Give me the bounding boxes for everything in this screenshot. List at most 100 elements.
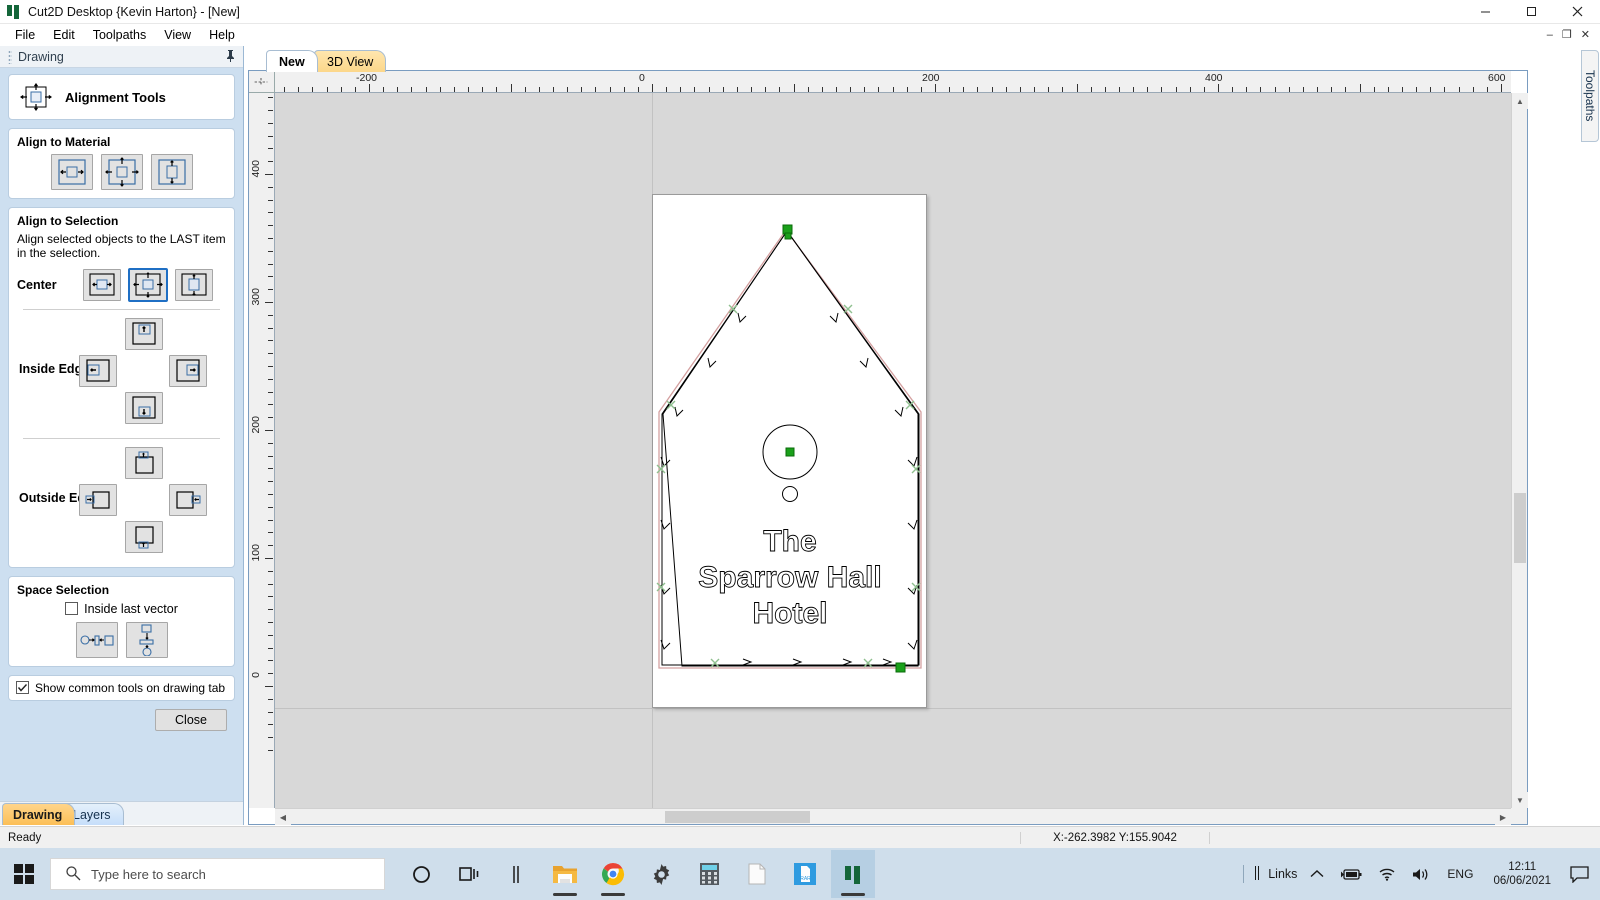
- battery-icon[interactable]: [1337, 864, 1365, 885]
- align-material-center-horizontal[interactable]: [51, 154, 93, 190]
- scroll-left-icon[interactable]: ◀: [275, 809, 291, 825]
- horizontal-scroll-thumb[interactable]: [665, 811, 810, 823]
- tab-toolpaths[interactable]: Toolpaths: [1581, 50, 1599, 142]
- ruler-tick: [268, 276, 273, 277]
- ruler-tick: [525, 87, 526, 92]
- align-outside-top[interactable]: [125, 447, 163, 479]
- align-outside-bottom[interactable]: [125, 521, 163, 553]
- drawing-panel: Drawing: [0, 46, 244, 825]
- task-view-icon[interactable]: [447, 850, 491, 898]
- mdi-restore-icon[interactable]: ❐: [1562, 30, 1572, 41]
- cut2d-taskbar-icon[interactable]: [831, 850, 875, 898]
- pin-icon[interactable]: [225, 49, 236, 65]
- align-inside-top[interactable]: [125, 318, 163, 350]
- ruler-label: 0: [250, 672, 262, 678]
- ruler-tick: [751, 87, 752, 92]
- calculator-icon[interactable]: [687, 850, 731, 898]
- align-sel-center-horizontal[interactable]: [83, 269, 121, 301]
- ruler-tick: [1416, 87, 1417, 92]
- close-button[interactable]: Close: [155, 709, 227, 731]
- text-editor-icon[interactable]: [495, 850, 539, 898]
- ruler-tick: [836, 87, 837, 92]
- cortana-icon[interactable]: [399, 850, 443, 898]
- vertical-scroll-thumb[interactable]: [1514, 493, 1526, 563]
- application-window: Cut2D Desktop {Kevin Harton} - [New] Fil…: [0, 0, 1600, 900]
- ruler-label: 0: [639, 72, 645, 84]
- ruler-tick: [268, 212, 273, 213]
- clock-date: 06/06/2021: [1493, 874, 1551, 888]
- ruler-tick: [268, 353, 273, 354]
- volume-icon[interactable]: [1409, 863, 1433, 886]
- tab-drawing[interactable]: Drawing: [2, 803, 75, 825]
- show-common-tools-row[interactable]: Show common tools on drawing tab: [8, 675, 235, 701]
- ruler-tick: [268, 161, 273, 162]
- vertical-ruler[interactable]: 0100200300400: [249, 93, 275, 808]
- search-placeholder: Type here to search: [91, 867, 206, 882]
- search-input[interactable]: Type here to search: [50, 858, 385, 890]
- action-center-icon[interactable]: [1567, 862, 1592, 887]
- menu-file[interactable]: File: [6, 26, 44, 44]
- panel-grip-icon[interactable]: [8, 50, 12, 64]
- drawing-viewport[interactable]: The Sparrow Hall Hotel: [275, 93, 1511, 808]
- align-to-selection-title: Align to Selection: [17, 214, 226, 228]
- inside-last-vector-checkbox[interactable]: [65, 602, 78, 615]
- show-hidden-icons-icon[interactable]: [1307, 865, 1327, 883]
- space-vertical-icon[interactable]: [126, 622, 168, 658]
- horizontal-scrollbar[interactable]: ◀ ▶: [275, 808, 1511, 824]
- ruler-tick: [1317, 87, 1318, 92]
- menu-help[interactable]: Help: [200, 26, 244, 44]
- google-chrome-icon[interactable]: [591, 850, 635, 898]
- align-inside-left[interactable]: [79, 355, 117, 387]
- wifi-icon[interactable]: [1375, 863, 1399, 885]
- menu-edit[interactable]: Edit: [44, 26, 84, 44]
- ruler-origin-button[interactable]: [249, 71, 275, 93]
- ruler-tick: [369, 84, 370, 92]
- scroll-right-icon[interactable]: ▶: [1495, 809, 1511, 825]
- ruler-label: 200: [922, 72, 940, 84]
- inside-last-vector-row[interactable]: Inside last vector: [17, 602, 226, 616]
- vertical-scrollbar[interactable]: ▲ ▼: [1511, 93, 1527, 808]
- tab-new[interactable]: New: [266, 50, 318, 72]
- ruler-tick: [850, 87, 851, 92]
- ruler-tick: [822, 87, 823, 92]
- scroll-up-icon[interactable]: ▲: [1512, 93, 1528, 109]
- ruler-tick: [268, 328, 273, 329]
- ruler-tick: [1331, 87, 1332, 92]
- ruler-tick: [1289, 87, 1290, 92]
- align-inside-right[interactable]: [169, 355, 207, 387]
- close-icon[interactable]: [1554, 0, 1600, 24]
- align-inside-bottom[interactable]: [125, 392, 163, 424]
- language-indicator[interactable]: ENG: [1443, 867, 1477, 881]
- align-sel-center-both[interactable]: [129, 269, 167, 301]
- menu-toolpaths[interactable]: Toolpaths: [84, 26, 156, 44]
- windows-start-icon[interactable]: [0, 848, 48, 900]
- ruler-tick: [383, 87, 384, 92]
- ruler-tick: [694, 87, 695, 92]
- clock[interactable]: 12:11 06/06/2021: [1487, 860, 1557, 889]
- maximize-icon[interactable]: [1508, 0, 1554, 24]
- align-material-center-vertical[interactable]: [151, 154, 193, 190]
- ruler-tick: [268, 724, 273, 725]
- tab-toolpaths-label: Toolpaths: [1583, 70, 1597, 121]
- settings-gear-icon[interactable]: [639, 850, 683, 898]
- space-horizontal-icon[interactable]: [76, 622, 118, 658]
- mdi-minimize-icon[interactable]: –: [1547, 30, 1553, 41]
- file-explorer-icon[interactable]: [543, 850, 587, 898]
- tab-3d-view[interactable]: 3D View: [314, 50, 386, 72]
- ruler-tick: [268, 750, 273, 751]
- align-to-material-group: Align to Material: [8, 128, 235, 199]
- minimize-icon[interactable]: [1462, 0, 1508, 24]
- ruler-tick: [482, 87, 483, 92]
- tray-links[interactable]: Links: [1254, 866, 1297, 883]
- align-outside-left[interactable]: [79, 484, 117, 516]
- align-outside-right[interactable]: [169, 484, 207, 516]
- align-material-center-both[interactable]: [101, 154, 143, 190]
- menu-view[interactable]: View: [155, 26, 200, 44]
- show-common-tools-checkbox[interactable]: [16, 681, 29, 694]
- rar-archive-icon[interactable]: RAR: [783, 850, 827, 898]
- align-sel-center-vertical[interactable]: [175, 269, 213, 301]
- mdi-close-icon[interactable]: ✕: [1581, 30, 1590, 41]
- scroll-down-icon[interactable]: ▼: [1512, 792, 1528, 808]
- horizontal-ruler[interactable]: -2000200400600: [275, 71, 1511, 93]
- notepad-icon[interactable]: [735, 850, 779, 898]
